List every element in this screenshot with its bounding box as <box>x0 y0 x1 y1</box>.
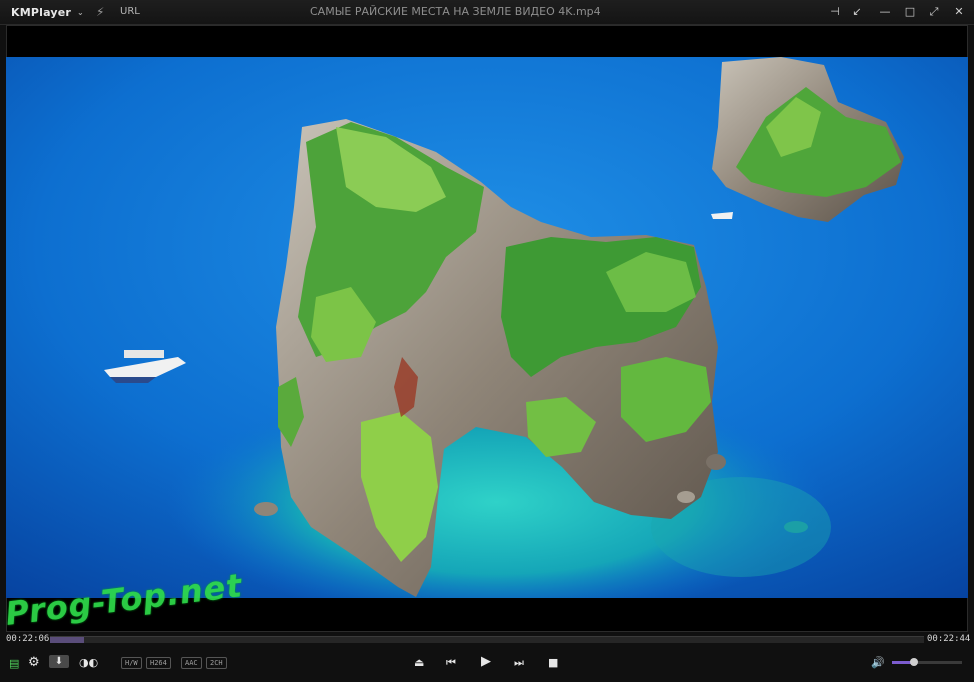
stop-icon[interactable]: ■ <box>548 656 558 670</box>
playlist-icon[interactable]: ▤ <box>9 657 19 671</box>
previous-icon[interactable]: ⏮ <box>446 656 456 670</box>
speaker-icon[interactable]: 🔊 <box>871 656 885 670</box>
window-title: САМЫЕ РАЙСКИЕ МЕСТА НА ЗЕМЛЕ ВИДЕО 4K.mp… <box>310 5 601 18</box>
seek-progress <box>50 637 84 643</box>
next-icon[interactable]: ⏭ <box>514 656 524 670</box>
elapsed-time: 00:22:06 <box>6 634 50 644</box>
fullscreen-icon[interactable]: ⤢ <box>925 3 943 21</box>
seek-bar[interactable]: 00:22:06 00:22:44 <box>6 633 971 645</box>
vr-icon[interactable]: ◑◐ <box>79 656 98 670</box>
compact-icon[interactable]: ↙ <box>848 3 866 21</box>
minimize-icon[interactable]: — <box>876 3 894 21</box>
audio-codec-badge[interactable]: AAC <box>181 657 202 669</box>
channels-badge[interactable]: 2CH <box>206 657 227 669</box>
volume-handle[interactable] <box>910 658 918 666</box>
close-icon[interactable]: ✕ <box>950 3 968 21</box>
kmplayer-logo: KMPlayer <box>11 6 72 19</box>
total-time: 00:22:44 <box>927 634 971 644</box>
seek-track[interactable] <box>50 636 924 643</box>
title-bar: KMPlayer ⌄ ⚡ URL САМЫЕ РАЙСКИЕ МЕСТА НА … <box>0 0 974 25</box>
video-frame-image[interactable] <box>6 57 968 598</box>
volume-slider[interactable] <box>892 658 962 666</box>
maximize-icon[interactable]: □ <box>901 3 919 21</box>
codec-badge[interactable]: H264 <box>146 657 171 669</box>
download-icon[interactable]: ⬇ <box>49 655 69 668</box>
hw-badge[interactable]: H/W <box>121 657 142 669</box>
eject-icon[interactable]: ⏏ <box>414 656 424 670</box>
pin-icon[interactable]: ⊣ <box>826 3 844 21</box>
play-icon[interactable]: ▶ <box>481 655 491 669</box>
chevron-down-icon: ⌄ <box>77 8 84 17</box>
gear-icon[interactable]: ⚙ <box>28 656 40 670</box>
lightning-icon[interactable]: ⚡ <box>96 5 104 19</box>
kmplayer-menu-button[interactable]: KMPlayer ⌄ <box>11 6 84 19</box>
url-button[interactable]: URL <box>120 6 140 17</box>
